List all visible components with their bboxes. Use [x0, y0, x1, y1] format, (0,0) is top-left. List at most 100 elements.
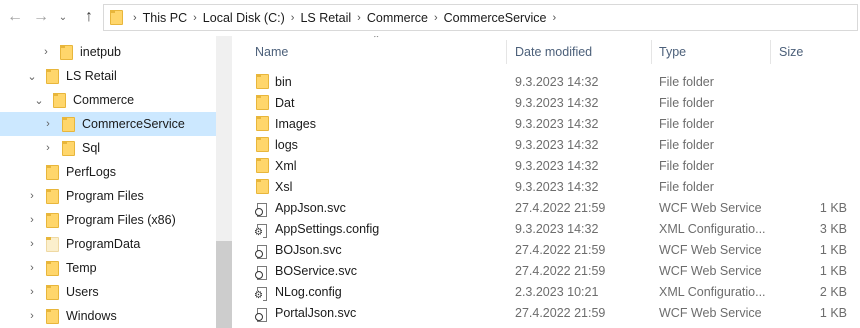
file-date-modified: 9.3.2023 14:32	[515, 116, 599, 131]
folder-icon	[53, 92, 66, 108]
chevron-right-icon[interactable]: ›	[26, 238, 38, 250]
tree-item-label: Commerce	[73, 93, 135, 107]
file-type: File folder	[659, 95, 714, 110]
hidden-folder-icon	[46, 236, 59, 252]
chevron-right-icon[interactable]: ›	[127, 12, 143, 24]
file-row-portaljson-svc[interactable]: PortalJson.svc 27.4.2022 21:59 WCF Web S…	[232, 302, 860, 323]
file-type: XML Configuratio...	[659, 221, 766, 236]
tree-item-program-files[interactable]: › Program Files	[0, 184, 216, 208]
file-date-modified: 9.3.2023 14:32	[515, 74, 599, 89]
breadcrumb-local-disk[interactable]: Local Disk (C:)	[203, 11, 285, 25]
tree-item-program-files-x86[interactable]: › Program Files (x86)	[0, 208, 216, 232]
file-row-images[interactable]: Images 9.3.2023 14:32 File folder	[232, 113, 860, 134]
file-name: Xsl	[275, 179, 293, 194]
tree-item-perflogs[interactable]: PerfLogs	[0, 160, 216, 184]
file-row-appjson-svc[interactable]: AppJson.svc 27.4.2022 21:59 WCF Web Serv…	[232, 197, 860, 218]
folder-icon	[256, 74, 269, 89]
chevron-right-icon[interactable]: ›	[26, 310, 38, 322]
file-name: BOService.svc	[275, 263, 357, 278]
chevron-right-icon[interactable]: ›	[26, 190, 38, 202]
tree-item-commerceservice[interactable]: › CommerceService	[0, 112, 216, 136]
navigation-tree: › inetpub ⌄ LS Retail ⌄ Commerce › Comme…	[0, 36, 216, 328]
file-date-modified: 2.3.2023 10:21	[515, 284, 599, 299]
column-header-type[interactable]: Type	[659, 45, 686, 59]
chevron-right-icon[interactable]: ›	[428, 12, 444, 24]
chevron-right-icon[interactable]: ›	[546, 12, 562, 24]
back-button[interactable]: ←	[4, 6, 26, 28]
recent-locations-button[interactable]: ⌄	[56, 6, 70, 28]
folder-icon	[46, 212, 59, 228]
folder-icon	[60, 44, 73, 60]
folder-icon	[256, 158, 269, 173]
tree-item-temp[interactable]: › Temp	[0, 256, 216, 280]
file-name: BOJson.svc	[275, 242, 342, 257]
tree-item-label: Program Files	[66, 189, 144, 203]
chevron-right-icon[interactable]: ›	[351, 12, 367, 24]
tree-item-label: Temp	[66, 261, 97, 275]
column-header-size[interactable]: Size	[779, 45, 803, 59]
tree-item-users[interactable]: › Users	[0, 280, 216, 304]
breadcrumb-commerce[interactable]: Commerce	[367, 11, 428, 25]
forward-button[interactable]: →	[30, 6, 52, 28]
column-divider[interactable]	[651, 40, 652, 64]
address-bar[interactable]: › This PC › Local Disk (C:) › LS Retail …	[103, 4, 858, 31]
column-header-date-modified[interactable]: Date modified	[515, 45, 592, 59]
chevron-down-icon[interactable]: ⌄	[33, 94, 45, 107]
tree-scrollbar-thumb[interactable]	[216, 241, 232, 328]
file-row-xsl[interactable]: Xsl 9.3.2023 14:32 File folder	[232, 176, 860, 197]
folder-icon	[46, 308, 59, 324]
file-name: Images	[275, 116, 316, 131]
file-size: 1 KB	[819, 200, 847, 215]
file-row-boservice-svc[interactable]: BOService.svc 27.4.2022 21:59 WCF Web Se…	[232, 260, 860, 281]
file-type: File folder	[659, 158, 714, 173]
file-row-appsettings-config[interactable]: ⚙ AppSettings.config 9.3.2023 14:32 XML …	[232, 218, 860, 239]
file-row-dat[interactable]: Dat 9.3.2023 14:32 File folder	[232, 92, 860, 113]
chevron-right-icon[interactable]: ›	[42, 142, 54, 154]
config-file-icon: ⚙	[254, 224, 268, 239]
chevron-down-icon: ⌄	[58, 11, 68, 23]
file-size: 3 KB	[819, 221, 847, 236]
tree-item-label: Windows	[66, 309, 117, 323]
file-row-bin[interactable]: bin 9.3.2023 14:32 File folder	[232, 71, 860, 92]
chevron-right-icon[interactable]: ›	[42, 118, 54, 130]
file-row-nlog-config[interactable]: ⚙ NLog.config 2.3.2023 10:21 XML Configu…	[232, 281, 860, 302]
chevron-right-icon[interactable]: ›	[26, 214, 38, 226]
arrow-left-icon: ←	[7, 8, 23, 25]
file-name: Dat	[275, 95, 295, 110]
breadcrumb-commerceservice[interactable]: CommerceService	[444, 11, 547, 25]
tree-item-label: LS Retail	[66, 69, 117, 83]
tree-item-label: Users	[66, 285, 99, 299]
web-service-file-icon	[255, 203, 268, 218]
column-header-name[interactable]: Name	[255, 45, 288, 59]
tree-item-inetpub[interactable]: › inetpub	[0, 40, 216, 64]
folder-icon	[46, 284, 59, 300]
folder-icon	[256, 179, 269, 194]
chevron-right-icon[interactable]: ›	[26, 286, 38, 298]
tree-item-sql[interactable]: › Sql	[0, 136, 216, 160]
file-row-logs[interactable]: logs 9.3.2023 14:32 File folder	[232, 134, 860, 155]
file-row-bojson-svc[interactable]: BOJson.svc 27.4.2022 21:59 WCF Web Servi…	[232, 239, 860, 260]
breadcrumb-ls-retail[interactable]: LS Retail	[300, 11, 351, 25]
tree-item-commerce[interactable]: ⌄ Commerce	[0, 88, 216, 112]
file-name: logs	[275, 137, 298, 152]
chevron-right-icon[interactable]: ›	[40, 46, 52, 58]
up-button[interactable]: ↑	[78, 6, 100, 28]
column-divider[interactable]	[770, 40, 771, 64]
chevron-right-icon[interactable]: ›	[285, 12, 301, 24]
chevron-right-icon[interactable]: ›	[187, 12, 203, 24]
tree-item-programdata[interactable]: › ProgramData	[0, 232, 216, 256]
column-divider[interactable]	[506, 40, 507, 64]
file-row-xml[interactable]: Xml 9.3.2023 14:32 File folder	[232, 155, 860, 176]
file-type: File folder	[659, 74, 714, 89]
file-size: 1 KB	[819, 263, 847, 278]
arrow-right-icon: →	[33, 8, 49, 25]
file-name: AppSettings.config	[275, 221, 380, 236]
file-size: 2 KB	[819, 284, 847, 299]
tree-item-windows[interactable]: › Windows	[0, 304, 216, 328]
file-date-modified: 27.4.2022 21:59	[515, 305, 606, 320]
tree-item-ls-retail[interactable]: ⌄ LS Retail	[0, 64, 216, 88]
breadcrumb-this-pc[interactable]: This PC	[143, 11, 187, 25]
chevron-right-icon[interactable]: ›	[26, 262, 38, 274]
chevron-down-icon[interactable]: ⌄	[26, 70, 38, 83]
folder-icon	[62, 140, 75, 156]
